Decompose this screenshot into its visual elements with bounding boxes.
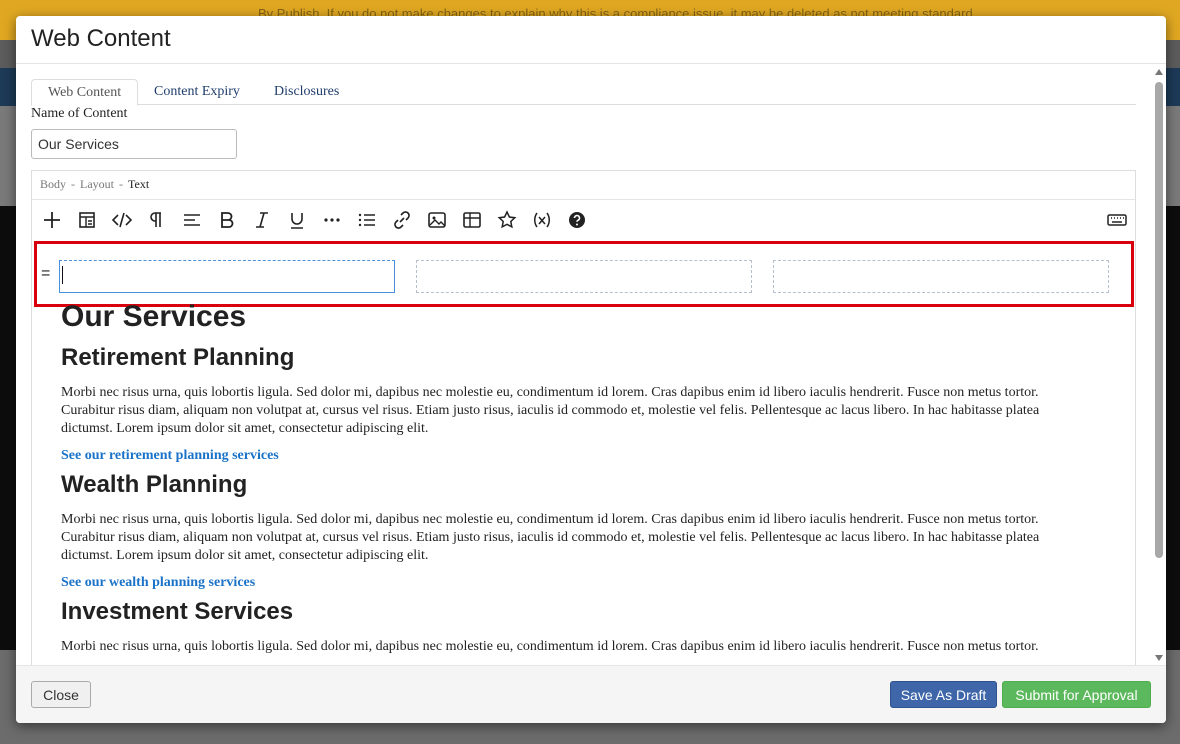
section-heading: Investment Services <box>61 598 294 625</box>
link-icon[interactable] <box>390 208 414 232</box>
tab-content-expiry[interactable]: Content Expiry <box>138 79 256 105</box>
submit-for-approval-button[interactable]: Submit for Approval <box>1002 681 1151 708</box>
scroll-thumb[interactable] <box>1155 82 1163 558</box>
scroll-up-arrow-icon[interactable] <box>1155 69 1163 75</box>
scroll-down-arrow-icon[interactable] <box>1155 655 1163 661</box>
modal-title: Web Content <box>31 25 171 52</box>
web-content-modal: Web Content Web Content Content Expiry D… <box>16 16 1166 723</box>
retirement-services-link[interactable]: See our retirement planning services <box>61 448 1081 464</box>
editor-breadcrumb: Body - Layout - Text <box>40 177 150 191</box>
star-icon[interactable] <box>495 208 519 232</box>
list-icon[interactable] <box>355 208 379 232</box>
document-body: Our Services Retirement Planning Morbi n… <box>61 297 1081 656</box>
tab-web-content[interactable]: Web Content <box>31 79 139 106</box>
breadcrumb-body[interactable]: Body <box>40 177 66 191</box>
code-icon[interactable] <box>110 208 134 232</box>
section-heading: Retirement Planning <box>61 344 295 371</box>
text-caret <box>62 266 63 284</box>
layout-icon[interactable] <box>75 208 99 232</box>
image-icon[interactable] <box>425 208 449 232</box>
italic-icon[interactable] <box>250 208 274 232</box>
layout-column-1[interactable] <box>59 260 395 293</box>
breadcrumb-layout[interactable]: Layout <box>80 177 114 191</box>
page-heading: Our Services <box>61 300 247 333</box>
editor-content[interactable]: = Our Services Retirement Planning Morbi… <box>32 241 1135 665</box>
variable-icon[interactable] <box>530 208 554 232</box>
layout-column-2[interactable] <box>416 260 752 293</box>
name-of-content-label: Name of Content <box>31 106 128 121</box>
modal-footer: Close Save As Draft Submit for Approval <box>16 665 1166 723</box>
modal-body: Web Content Content Expiry Disclosures N… <box>16 65 1166 665</box>
breadcrumb-text[interactable]: Text <box>128 177 149 191</box>
modal-scrollbar[interactable] <box>1153 65 1166 665</box>
rich-text-editor: Body - Layout - Text = Our Services Reti… <box>31 170 1136 665</box>
paragraph-icon[interactable] <box>145 208 169 232</box>
section-paragraph: Morbi nec risus urna, quis lobortis ligu… <box>61 385 1040 436</box>
insert-plus-icon[interactable] <box>40 208 64 232</box>
underline-icon[interactable] <box>285 208 309 232</box>
layout-column-3[interactable] <box>773 260 1109 293</box>
tab-bar: Web Content Content Expiry Disclosures <box>31 79 1136 106</box>
tab-disclosures[interactable]: Disclosures <box>258 79 355 105</box>
wealth-services-link[interactable]: See our wealth planning services <box>61 575 1081 591</box>
drag-handle[interactable]: = <box>41 265 50 283</box>
keyboard-icon[interactable] <box>1105 208 1129 232</box>
name-of-content-input[interactable] <box>31 129 237 159</box>
more-icon[interactable] <box>320 208 344 232</box>
table-icon[interactable] <box>460 208 484 232</box>
editor-toolbar <box>32 199 1135 239</box>
save-as-draft-button[interactable]: Save As Draft <box>890 681 997 708</box>
align-icon[interactable] <box>180 208 204 232</box>
section-paragraph: Morbi nec risus urna, quis lobortis ligu… <box>61 639 1039 654</box>
help-icon[interactable] <box>565 208 589 232</box>
section-paragraph: Morbi nec risus urna, quis lobortis ligu… <box>61 512 1040 563</box>
section-heading: Wealth Planning <box>61 471 248 498</box>
bold-icon[interactable] <box>215 208 239 232</box>
close-button[interactable]: Close <box>31 681 91 708</box>
modal-header: Web Content <box>16 16 1166 64</box>
